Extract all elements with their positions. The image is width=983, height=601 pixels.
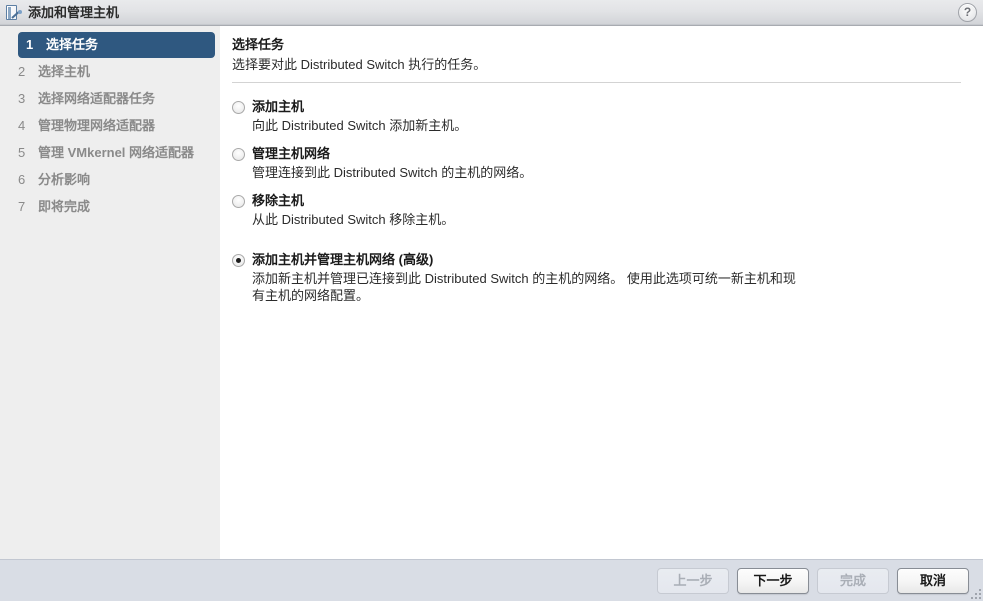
step-number: 4	[18, 118, 26, 133]
help-icon[interactable]: ?	[958, 3, 977, 22]
step-label: 管理 VMkernel 网络适配器	[38, 145, 195, 160]
step-label: 选择主机	[38, 64, 91, 79]
next-button[interactable]: 下一步	[737, 567, 809, 594]
option-description: 从此 Distributed Switch 移除主机。	[252, 212, 455, 227]
option-add-hosts[interactable]: 添加主机 向此 Distributed Switch 添加新主机。	[232, 99, 961, 134]
option-title[interactable]: 管理主机网络	[252, 146, 532, 162]
option-description: 向此 Distributed Switch 添加新主机。	[252, 118, 468, 133]
step-label: 选择网络适配器任务	[38, 91, 156, 106]
sidebar-step-5[interactable]: 5 管理 VMkernel 网络适配器	[18, 140, 215, 166]
finish-button[interactable]: 完成	[817, 567, 889, 594]
option-description: 添加新主机并管理已连接到此 Distributed Switch 的主机的网络。…	[252, 271, 796, 303]
step-number: 3	[18, 91, 26, 106]
sidebar-step-2[interactable]: 2 选择主机	[18, 59, 215, 85]
option-title[interactable]: 移除主机	[252, 193, 454, 209]
step-label: 管理物理网络适配器	[38, 118, 156, 133]
sidebar-step-4[interactable]: 4 管理物理网络适配器	[18, 113, 215, 139]
page-subtitle: 选择要对此 Distributed Switch 执行的任务。	[232, 57, 487, 72]
radio-remove-hosts[interactable]	[232, 195, 245, 208]
option-title[interactable]: 添加主机	[252, 99, 467, 115]
sidebar-step-6[interactable]: 6 分析影响	[18, 167, 215, 193]
step-number: 7	[18, 199, 26, 214]
radio-manage-host-networking[interactable]	[232, 148, 245, 161]
step-label: 选择任务	[46, 37, 99, 52]
option-description: 管理连接到此 Distributed Switch 的主机的网络。	[252, 165, 533, 180]
radio-add-hosts-and-manage-networking[interactable]	[232, 254, 245, 267]
title-bar: 添加和管理主机 ?	[0, 0, 983, 26]
cancel-button[interactable]: 取消	[897, 567, 969, 594]
resize-grip[interactable]	[968, 586, 981, 599]
step-number: 1	[26, 37, 34, 52]
option-add-hosts-and-manage-networking[interactable]: 添加主机并管理主机网络 (高级) 添加新主机并管理已连接到此 Distribut…	[232, 252, 961, 304]
step-number: 2	[18, 64, 26, 79]
sidebar-step-1[interactable]: 1 选择任务	[18, 32, 215, 58]
dialog-body: 1 选择任务 2 选择主机 3 选择网络适配器任务 4 管理物理网络适配器 5 …	[0, 26, 983, 559]
content-pane: 选择任务 选择要对此 Distributed Switch 执行的任务。 添加主…	[220, 26, 983, 559]
dialog-footer: 上一步 下一步 完成 取消	[0, 559, 983, 601]
add-and-manage-hosts-dialog: 添加和管理主机 ? 1 选择任务 2 选择主机 3 选择网络适配器任务 4 管理…	[0, 0, 983, 601]
sidebar-step-7[interactable]: 7 即将完成	[18, 194, 215, 220]
radio-add-hosts[interactable]	[232, 101, 245, 114]
header-divider	[232, 82, 961, 83]
manage-hosts-icon	[5, 4, 23, 22]
wizard-steps-sidebar: 1 选择任务 2 选择主机 3 选择网络适配器任务 4 管理物理网络适配器 5 …	[0, 26, 220, 559]
back-button[interactable]: 上一步	[657, 567, 729, 594]
step-label: 分析影响	[38, 172, 91, 187]
sidebar-step-3[interactable]: 3 选择网络适配器任务	[18, 86, 215, 112]
step-number: 6	[18, 172, 26, 187]
option-manage-host-networking[interactable]: 管理主机网络 管理连接到此 Distributed Switch 的主机的网络。	[232, 146, 961, 181]
option-remove-hosts[interactable]: 移除主机 从此 Distributed Switch 移除主机。	[232, 193, 961, 228]
page-title: 选择任务	[232, 37, 285, 52]
option-title[interactable]: 添加主机并管理主机网络 (高级)	[252, 252, 800, 268]
step-number: 5	[18, 145, 26, 160]
window-title: 添加和管理主机	[28, 4, 120, 20]
step-label: 即将完成	[38, 199, 91, 214]
